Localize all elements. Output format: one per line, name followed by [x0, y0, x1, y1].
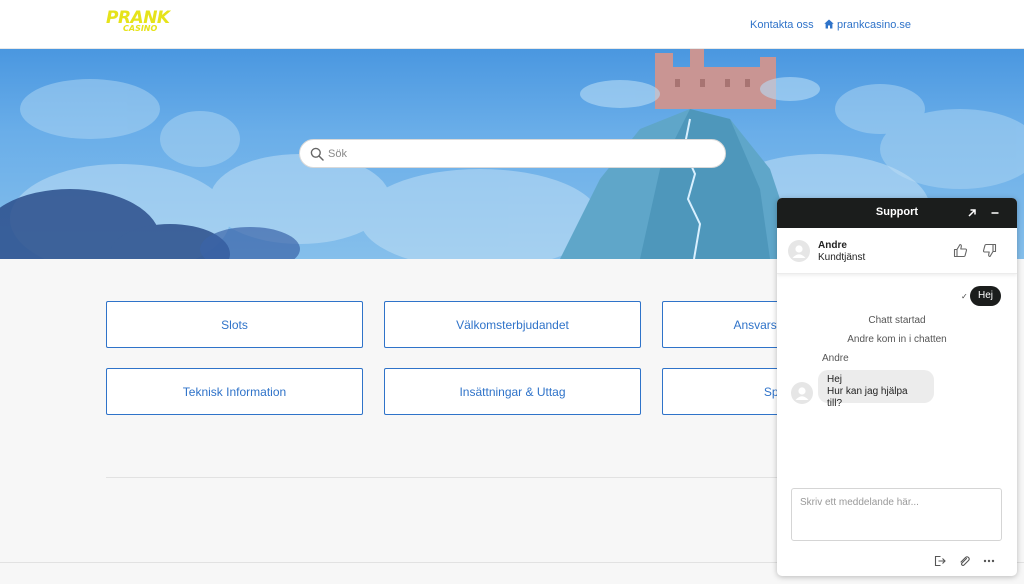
message-input[interactable]: [791, 488, 1002, 541]
site-header: PRANK CASINO Kontakta oss prankcasino.se: [0, 0, 1024, 49]
search-icon: [310, 147, 324, 161]
search-input[interactable]: [328, 144, 708, 164]
system-message: Andre kom in i chatten: [847, 334, 947, 345]
message-sender-name: Andre: [822, 353, 849, 364]
search-bar[interactable]: [299, 139, 726, 168]
exit-icon[interactable]: [934, 555, 946, 567]
incoming-line: Hej: [827, 374, 843, 385]
agent-role: Kundtjänst: [818, 252, 866, 263]
category-slots[interactable]: Slots: [106, 301, 363, 348]
incoming-line: Hur kan jag hjälpa till?: [827, 386, 908, 409]
user-icon: [795, 387, 809, 400]
contact-link[interactable]: Kontakta oss: [750, 18, 814, 32]
sender-avatar: [791, 382, 813, 404]
chat-title: Support: [875, 206, 919, 218]
home-icon: [824, 19, 834, 29]
site-home-label: prankcasino.se: [837, 19, 911, 31]
expand-icon[interactable]: [966, 207, 978, 219]
thumbs-down-icon[interactable]: [982, 243, 997, 258]
user-icon: [792, 245, 806, 258]
category-technical-info[interactable]: Teknisk Information: [106, 368, 363, 415]
outgoing-message: Hej: [970, 286, 1002, 306]
paperclip-icon[interactable]: [958, 555, 970, 567]
prank-casino-logo[interactable]: PRANK CASINO: [106, 10, 170, 40]
system-message: Chatt startad: [868, 315, 926, 326]
agent-name: Andre: [818, 240, 847, 251]
category-welcome-offer[interactable]: Välkomsterbjudandet: [384, 301, 641, 348]
agent-info-bar: Andre Kundtjänst: [777, 228, 1017, 274]
agent-avatar: [788, 240, 810, 262]
category-deposits-withdrawals[interactable]: Insättningar & Uttag: [384, 368, 641, 415]
incoming-message: Hej Hur kan jag hjälpa till?: [818, 370, 934, 409]
content-divider: [106, 477, 796, 478]
check-icon: ✓: [961, 292, 968, 301]
minimize-icon[interactable]: [989, 207, 1001, 219]
more-icon[interactable]: [983, 555, 995, 567]
support-chat-widget: Support Andre Kundtjänst ✓ Hej Chatt sta…: [777, 198, 1017, 576]
chat-header: Support: [777, 198, 1017, 228]
site-home-link[interactable]: prankcasino.se: [824, 18, 911, 32]
logo-word-casino: CASINO: [123, 24, 158, 33]
thumbs-up-icon[interactable]: [953, 243, 968, 258]
